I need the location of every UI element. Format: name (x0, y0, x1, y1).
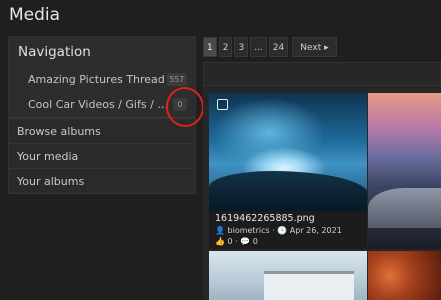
thumbnail-image-detail (368, 188, 441, 228)
reaction-count: 0 (227, 237, 233, 246)
sidebar-item-browse-albums[interactable]: Browse albums (9, 118, 195, 143)
page-24-button[interactable]: 24 (268, 37, 289, 57)
media-page: Media Navigation Amazing Pictures Thread… (0, 0, 441, 300)
sidebar-item-amazing-pictures[interactable]: Amazing Pictures Thread 557 (9, 67, 195, 92)
select-checkbox[interactable] (217, 99, 228, 110)
media-thumbnail-beach[interactable] (368, 93, 441, 249)
page-3-button[interactable]: 3 (234, 37, 249, 57)
media-thumbnail-building[interactable] (209, 251, 367, 300)
comment-icon: 💬 (240, 237, 251, 246)
count-badge: 557 (166, 73, 187, 86)
media-caption: 1619462265885.png 👤 biometrics · 🕓 Apr 2… (209, 211, 367, 249)
navigation-heading: Navigation (18, 44, 91, 60)
thumbnail-image-detail (264, 271, 354, 300)
media-thumbnail-wave[interactable] (209, 93, 367, 211)
sidebar-item-your-media[interactable]: Your media (9, 143, 195, 168)
page-ellipsis-button[interactable]: ... (250, 37, 267, 57)
page-2-button[interactable]: 2 (218, 37, 233, 57)
media-date: Apr 26, 2021 (289, 226, 342, 235)
sidebar-item-label: Cool Car Videos / Gifs / Pics... (28, 98, 173, 111)
media-stats: 👍 0 · 💬 0 (215, 236, 361, 247)
comment-count: 0 (252, 237, 258, 246)
media-meta: 👤 biometrics · 🕓 Apr 26, 2021 (215, 225, 361, 236)
pagination: 1 2 3 ... 24 Next ▸ (203, 37, 337, 57)
media-thumbnail-orange[interactable] (368, 251, 441, 300)
sidebar-item-your-albums[interactable]: Your albums (9, 168, 195, 193)
media-grid: 1619462265885.png 👤 biometrics · 🕓 Apr 2… (203, 86, 441, 300)
thumbs-up-icon: 👍 (215, 237, 225, 246)
media-filename[interactable]: 1619462265885.png (215, 213, 361, 225)
page-title: Media (9, 5, 61, 25)
media-author[interactable]: biometrics (228, 226, 270, 235)
user-icon: 👤 (215, 226, 225, 235)
sidebar-item-label: Amazing Pictures Thread (28, 73, 165, 86)
clock-icon: 🕓 (277, 226, 288, 235)
page-1-button[interactable]: 1 (203, 37, 217, 57)
thumbnail-image-detail (209, 171, 367, 211)
next-page-button[interactable]: Next ▸ (292, 37, 337, 57)
filter-bar (203, 62, 441, 86)
